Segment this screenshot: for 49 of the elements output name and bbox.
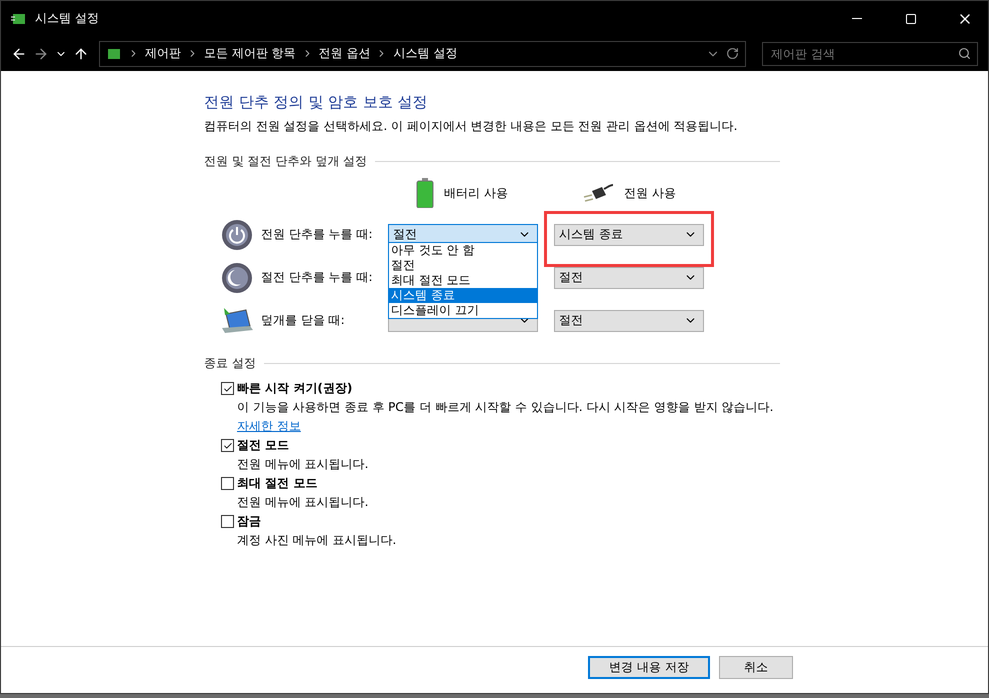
option-description: 이 기능을 사용하면 종료 후 PC를 더 빠르게 시작할 수 있습니다. 다시 시작은 영향을 받지 않습니다. (236, 399, 774, 416)
refresh-button[interactable] (726, 47, 739, 60)
row-label: 전원 단추를 누를 때: (260, 226, 374, 243)
breadcrumb[interactable]: 시스템 설정 (393, 45, 458, 62)
option-description: 계정 사진 메뉴에 표시됩니다. (236, 532, 398, 549)
refresh-icon (726, 47, 739, 60)
laptop-icon (220, 306, 254, 336)
checkbox-option[interactable]: 빠른 시작 켜기(권장) (221, 380, 988, 397)
check-icon (222, 440, 232, 450)
plugged-in-dropdown[interactable]: 시스템 종료 (554, 224, 704, 246)
breadcrumb[interactable]: 전원 옵션 (318, 45, 370, 62)
option-description: 전원 메뉴에 표시됩니다. (236, 456, 370, 473)
row-label: 절전 단추를 누를 때: (260, 269, 374, 286)
moon-icon (221, 262, 253, 294)
more-info-link[interactable]: 자세한 정보 (237, 418, 301, 435)
plug-icon (582, 183, 614, 203)
row-label: 덮개를 닫을 때: (260, 312, 346, 329)
dropdown-option[interactable]: 시스템 종료 (389, 288, 537, 303)
intro-text: 컴퓨터의 전원 설정을 선택하세요. 이 페이지에서 변경한 내용은 모든 전원 관리 옵션에 적용됩니다. (204, 118, 738, 135)
cancel-button[interactable]: 취소 (719, 656, 793, 678)
up-icon (73, 46, 89, 62)
breadcrumb[interactable]: 모든 제어판 항목 (204, 45, 296, 62)
check-icon (222, 384, 232, 394)
section-title: 전원 및 절전 단추와 덮개 설정 (204, 153, 368, 170)
search-icon (958, 46, 971, 60)
page-heading: 전원 단추 정의 및 암호 보호 설정 (204, 93, 429, 112)
forward-button[interactable] (33, 46, 49, 62)
plugged-in-dropdown[interactable]: 절전 (554, 266, 704, 288)
window-title: 시스템 설정 (35, 10, 100, 27)
address-bar[interactable]: 제어판 모든 제어판 항목 전원 옵션 시스템 설정 (99, 40, 746, 66)
back-icon (11, 46, 27, 62)
power-icon (221, 218, 253, 250)
option-description: 전원 메뉴에 표시됩니다. (236, 494, 370, 511)
breadcrumb[interactable]: 제어판 (145, 45, 181, 62)
plugged-in-dropdown[interactable]: 절전 (554, 310, 704, 332)
checkbox-option[interactable]: 최대 절전 모드 (221, 475, 988, 492)
forward-icon (33, 46, 49, 62)
column-header: 배터리 사용 (444, 184, 508, 202)
checkbox-option[interactable]: 잠금 (221, 513, 988, 530)
section-title: 종료 설정 (204, 355, 256, 372)
up-button[interactable] (73, 46, 89, 62)
battery-icon (416, 178, 434, 208)
search-field[interactable]: 제어판 검색 (762, 42, 978, 66)
column-header: 전원 사용 (624, 184, 676, 202)
checkbox-option[interactable]: 절전 모드 (221, 437, 988, 454)
back-button[interactable] (11, 46, 27, 62)
minimize-icon (852, 18, 862, 19)
maximize-icon (905, 12, 917, 24)
save-button[interactable]: 변경 내용 저장 (588, 656, 710, 678)
